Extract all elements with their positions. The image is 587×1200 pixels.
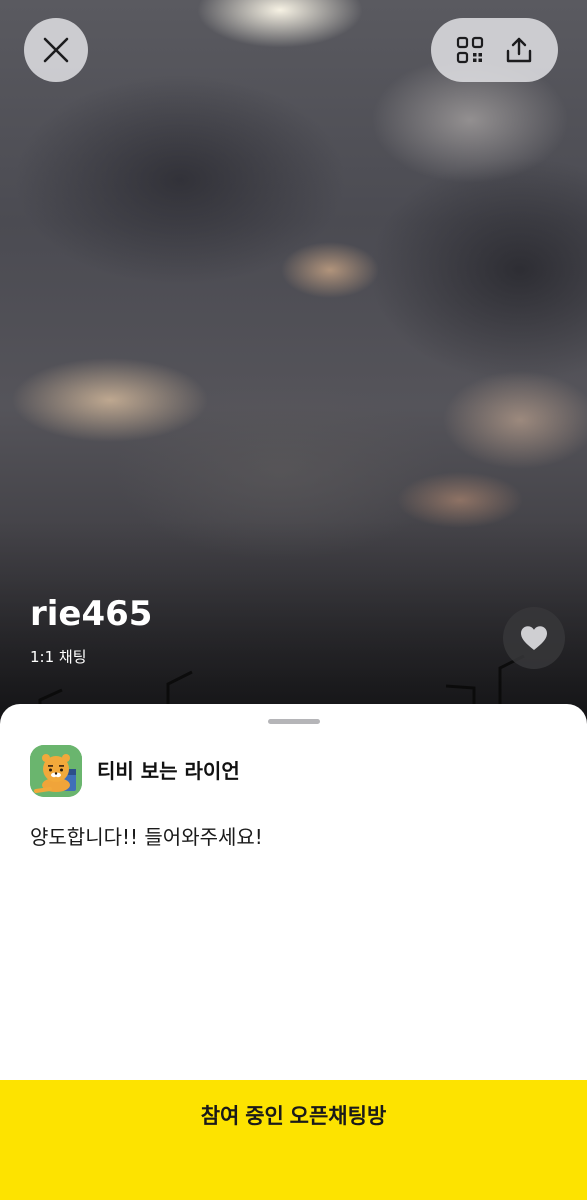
room-title: rie465 [30, 594, 153, 634]
share-button[interactable] [499, 30, 539, 70]
header-actions [431, 18, 558, 82]
qr-code-icon [456, 36, 483, 64]
qr-code-button[interactable] [450, 30, 490, 70]
close-button[interactable] [24, 18, 88, 82]
host-avatar[interactable] [30, 745, 82, 797]
share-icon [507, 37, 532, 63]
favorite-button[interactable] [503, 607, 565, 669]
join-button-label: 참여 중인 오픈채팅방 [200, 1105, 387, 1128]
room-type-label: 1:1 채팅 [30, 648, 87, 666]
room-description: 양도합니다!! 들어와주세요! [30, 825, 263, 849]
sheet-drag-handle[interactable] [268, 719, 320, 724]
heart-icon [521, 626, 547, 650]
close-icon [43, 37, 69, 63]
host-name: 티비 보는 라이언 [97, 759, 240, 783]
ryan-character-icon [30, 745, 82, 797]
join-openchat-button[interactable]: 참여 중인 오픈채팅방 [0, 1080, 587, 1200]
